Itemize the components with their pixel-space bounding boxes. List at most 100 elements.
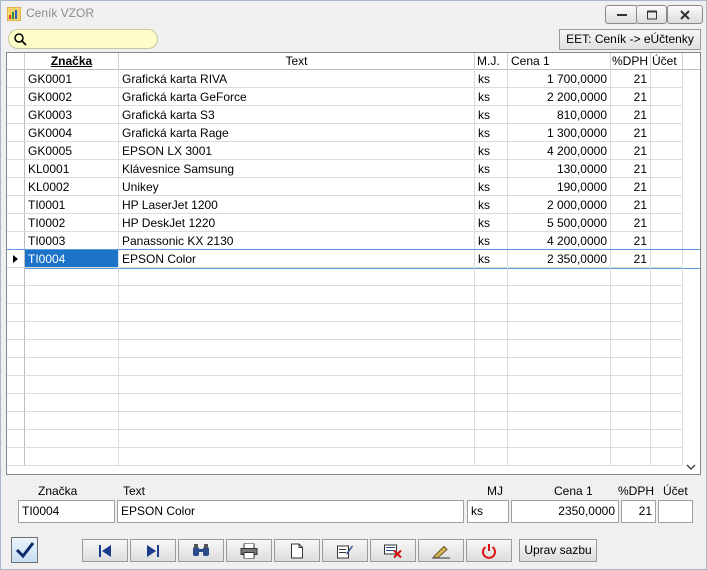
cell-text[interactable]: Grafická karta GeForce bbox=[119, 88, 475, 106]
cena-field[interactable]: 2350,0000 bbox=[511, 500, 619, 523]
cell-dph[interactable]: 21 bbox=[611, 232, 651, 250]
row-indicator[interactable] bbox=[7, 448, 25, 466]
table-row[interactable]: KL0001 Klávesnice Samsung ks 130,0000 21 bbox=[7, 160, 700, 178]
cell-ucet[interactable] bbox=[651, 88, 683, 106]
cell-ucet[interactable] bbox=[651, 106, 683, 124]
cell-text[interactable]: Grafická karta Rage bbox=[119, 124, 475, 142]
row-indicator[interactable] bbox=[7, 358, 25, 376]
search-input[interactable] bbox=[8, 29, 158, 49]
cell-cena[interactable]: 810,0000 bbox=[508, 106, 611, 124]
cell-text[interactable]: Panassonic KX 2130 bbox=[119, 232, 475, 250]
cell-text[interactable]: EPSON Color bbox=[119, 250, 475, 268]
cell-ucet[interactable] bbox=[651, 124, 683, 142]
cell-cena[interactable]: 2 350,0000 bbox=[508, 250, 611, 268]
cell-mj[interactable]: ks bbox=[475, 196, 508, 214]
cell-znacka[interactable]: TI0003 bbox=[25, 232, 119, 250]
cell-znacka[interactable]: GK0005 bbox=[25, 142, 119, 160]
cell-znacka[interactable]: GK0001 bbox=[25, 70, 119, 88]
cell-text[interactable]: HP DeskJet 1220 bbox=[119, 214, 475, 232]
row-indicator[interactable] bbox=[7, 376, 25, 394]
cell-dph[interactable]: 21 bbox=[611, 250, 651, 268]
cell-text[interactable]: Klávesnice Samsung bbox=[119, 160, 475, 178]
cell-dph[interactable]: 21 bbox=[611, 142, 651, 160]
cell-ucet[interactable] bbox=[651, 160, 683, 178]
row-indicator[interactable] bbox=[7, 160, 25, 178]
edit-button[interactable] bbox=[322, 539, 368, 562]
column-header-cena[interactable]: Cena 1 bbox=[508, 53, 611, 70]
cell-ucet[interactable] bbox=[651, 70, 683, 88]
row-indicator[interactable] bbox=[7, 142, 25, 160]
row-indicator[interactable] bbox=[7, 268, 25, 286]
find-button[interactable] bbox=[178, 539, 224, 562]
znacka-field[interactable]: TI0004 bbox=[18, 500, 115, 523]
cell-cena[interactable]: 190,0000 bbox=[508, 178, 611, 196]
row-indicator[interactable] bbox=[7, 304, 25, 322]
row-indicator[interactable] bbox=[7, 430, 25, 448]
row-indicator[interactable] bbox=[7, 322, 25, 340]
table-row[interactable]: GK0001 Grafická karta RIVA ks 1 700,0000 21 bbox=[7, 70, 700, 88]
cell-mj[interactable]: ks bbox=[475, 70, 508, 88]
table-row[interactable]: TI0001 HP LaserJet 1200 ks 2 000,0000 21 bbox=[7, 196, 700, 214]
uprav-sazbu-button[interactable]: Uprav sazbu bbox=[519, 539, 597, 562]
cell-dph[interactable]: 21 bbox=[611, 214, 651, 232]
table-row[interactable]: GK0004 Grafická karta Rage ks 1 300,0000 21 bbox=[7, 124, 700, 142]
cell-mj[interactable]: ks bbox=[475, 214, 508, 232]
cell-cena[interactable]: 130,0000 bbox=[508, 160, 611, 178]
tools-button[interactable] bbox=[418, 539, 464, 562]
exit-button[interactable] bbox=[466, 539, 512, 562]
cell-ucet[interactable] bbox=[651, 232, 683, 250]
cell-cena[interactable]: 4 200,0000 bbox=[508, 232, 611, 250]
column-header-mj[interactable]: M.J. bbox=[475, 53, 508, 70]
price-list-grid[interactable]: Značka Text M.J. Cena 1 %DPH Účet GK0001… bbox=[6, 52, 701, 475]
cell-znacka[interactable]: TI0001 bbox=[25, 196, 119, 214]
cell-cena[interactable]: 4 200,0000 bbox=[508, 142, 611, 160]
cell-text[interactable]: Grafická karta S3 bbox=[119, 106, 475, 124]
mj-field[interactable]: ks bbox=[467, 500, 509, 523]
table-row[interactable]: TI0002 HP DeskJet 1220 ks 5 500,0000 21 bbox=[7, 214, 700, 232]
text-field[interactable]: EPSON Color bbox=[117, 500, 464, 523]
row-indicator[interactable] bbox=[7, 394, 25, 412]
row-indicator[interactable] bbox=[7, 412, 25, 430]
cell-znacka[interactable]: TI0004 bbox=[25, 250, 119, 268]
cell-znacka[interactable]: KL0001 bbox=[25, 160, 119, 178]
row-indicator[interactable] bbox=[7, 232, 25, 250]
close-button[interactable] bbox=[667, 5, 703, 24]
maximize-button[interactable] bbox=[636, 5, 667, 24]
cell-text[interactable]: Unikey bbox=[119, 178, 475, 196]
dph-field[interactable]: 21 bbox=[621, 500, 656, 523]
cell-text[interactable]: EPSON LX 3001 bbox=[119, 142, 475, 160]
confirm-button[interactable] bbox=[11, 537, 38, 563]
row-indicator[interactable] bbox=[7, 88, 25, 106]
cell-ucet[interactable] bbox=[651, 178, 683, 196]
table-row[interactable]: TI0004 EPSON Color ks 2 350,0000 21 bbox=[7, 249, 700, 269]
cell-mj[interactable]: ks bbox=[475, 106, 508, 124]
column-header-ucet[interactable]: Účet bbox=[651, 53, 683, 70]
cell-ucet[interactable] bbox=[651, 196, 683, 214]
cell-text[interactable]: Grafická karta RIVA bbox=[119, 70, 475, 88]
cell-znacka[interactable]: TI0002 bbox=[25, 214, 119, 232]
cell-dph[interactable]: 21 bbox=[611, 70, 651, 88]
cell-cena[interactable]: 1 700,0000 bbox=[508, 70, 611, 88]
cell-mj[interactable]: ks bbox=[475, 232, 508, 250]
cell-mj[interactable]: ks bbox=[475, 124, 508, 142]
cell-cena[interactable]: 2 200,0000 bbox=[508, 88, 611, 106]
cell-dph[interactable]: 21 bbox=[611, 106, 651, 124]
cell-dph[interactable]: 21 bbox=[611, 88, 651, 106]
cell-mj[interactable]: ks bbox=[475, 250, 508, 268]
cell-cena[interactable]: 1 300,0000 bbox=[508, 124, 611, 142]
cell-cena[interactable]: 5 500,0000 bbox=[508, 214, 611, 232]
cell-text[interactable]: HP LaserJet 1200 bbox=[119, 196, 475, 214]
column-header-znacka[interactable]: Značka bbox=[25, 53, 119, 70]
cell-mj[interactable]: ks bbox=[475, 142, 508, 160]
row-indicator[interactable] bbox=[7, 196, 25, 214]
delete-button[interactable] bbox=[370, 539, 416, 562]
print-button[interactable] bbox=[226, 539, 272, 562]
first-record-button[interactable] bbox=[82, 539, 128, 562]
cell-dph[interactable]: 21 bbox=[611, 160, 651, 178]
row-indicator[interactable] bbox=[7, 340, 25, 358]
cell-znacka[interactable]: GK0002 bbox=[25, 88, 119, 106]
cell-mj[interactable]: ks bbox=[475, 160, 508, 178]
cell-ucet[interactable] bbox=[651, 250, 683, 268]
cell-dph[interactable]: 21 bbox=[611, 124, 651, 142]
cell-mj[interactable]: ks bbox=[475, 178, 508, 196]
